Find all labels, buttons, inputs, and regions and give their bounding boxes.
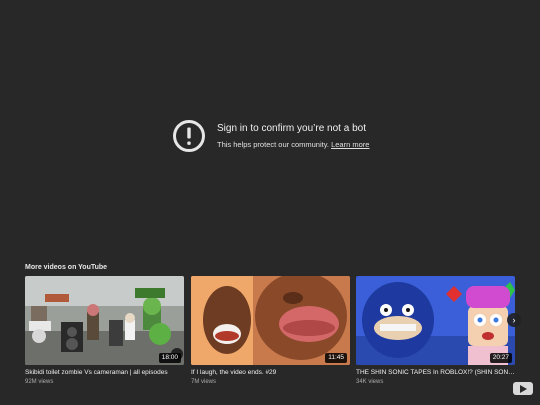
video-duration: 20:27: [489, 353, 512, 363]
error-subtitle-text: This helps protect our community.: [217, 140, 329, 149]
video-views: 92M views: [25, 379, 54, 385]
video-card[interactable]: 11:45 If I laugh, the video ends. #29 7M…: [191, 276, 350, 386]
video-thumbnail[interactable]: 11:45: [191, 276, 350, 365]
video-views: 34K views: [356, 379, 384, 385]
error-title: Sign in to confirm you’re not a bot: [217, 123, 366, 134]
video-title[interactable]: THE SHIN SONIC TAPES In ROBLOX!? (SHIN S…: [356, 369, 515, 377]
error-text: Sign in to confirm you’re not a bot This…: [217, 122, 369, 150]
more-videos-heading: More videos on YouTube: [25, 264, 108, 271]
next-videos-button[interactable]: ›: [507, 313, 521, 327]
more-videos-list: 18:00 Skibidi toilet zombie Vs cameraman…: [25, 276, 515, 391]
video-player: Sign in to confirm you’re not a bot This…: [0, 0, 540, 405]
video-title[interactable]: Skibidi toilet zombie Vs cameraman | all…: [25, 369, 184, 377]
youtube-logo-button[interactable]: [513, 382, 533, 395]
video-duration: 11:45: [325, 353, 347, 363]
chevron-right-icon: ›: [512, 315, 516, 325]
learn-more-link[interactable]: Learn more: [331, 140, 369, 149]
alert-circle-icon: [173, 120, 205, 152]
error-subtitle: This helps protect our community. Learn …: [217, 140, 369, 150]
video-thumbnail[interactable]: 20:27: [356, 276, 515, 365]
video-thumbnail[interactable]: 18:00: [25, 276, 184, 365]
video-card[interactable]: 18:00 Skibidi toilet zombie Vs cameraman…: [25, 276, 184, 386]
video-card[interactable]: 20:27 THE SHIN SONIC TAPES In ROBLOX!? (…: [356, 276, 515, 386]
video-views: 7M views: [191, 379, 217, 385]
youtube-logo-icon: [520, 384, 527, 393]
video-duration: 18:00: [158, 353, 181, 363]
video-title[interactable]: If I laugh, the video ends. #29: [191, 369, 350, 377]
bot-check-message: Sign in to confirm you’re not a bot This…: [172, 119, 369, 153]
